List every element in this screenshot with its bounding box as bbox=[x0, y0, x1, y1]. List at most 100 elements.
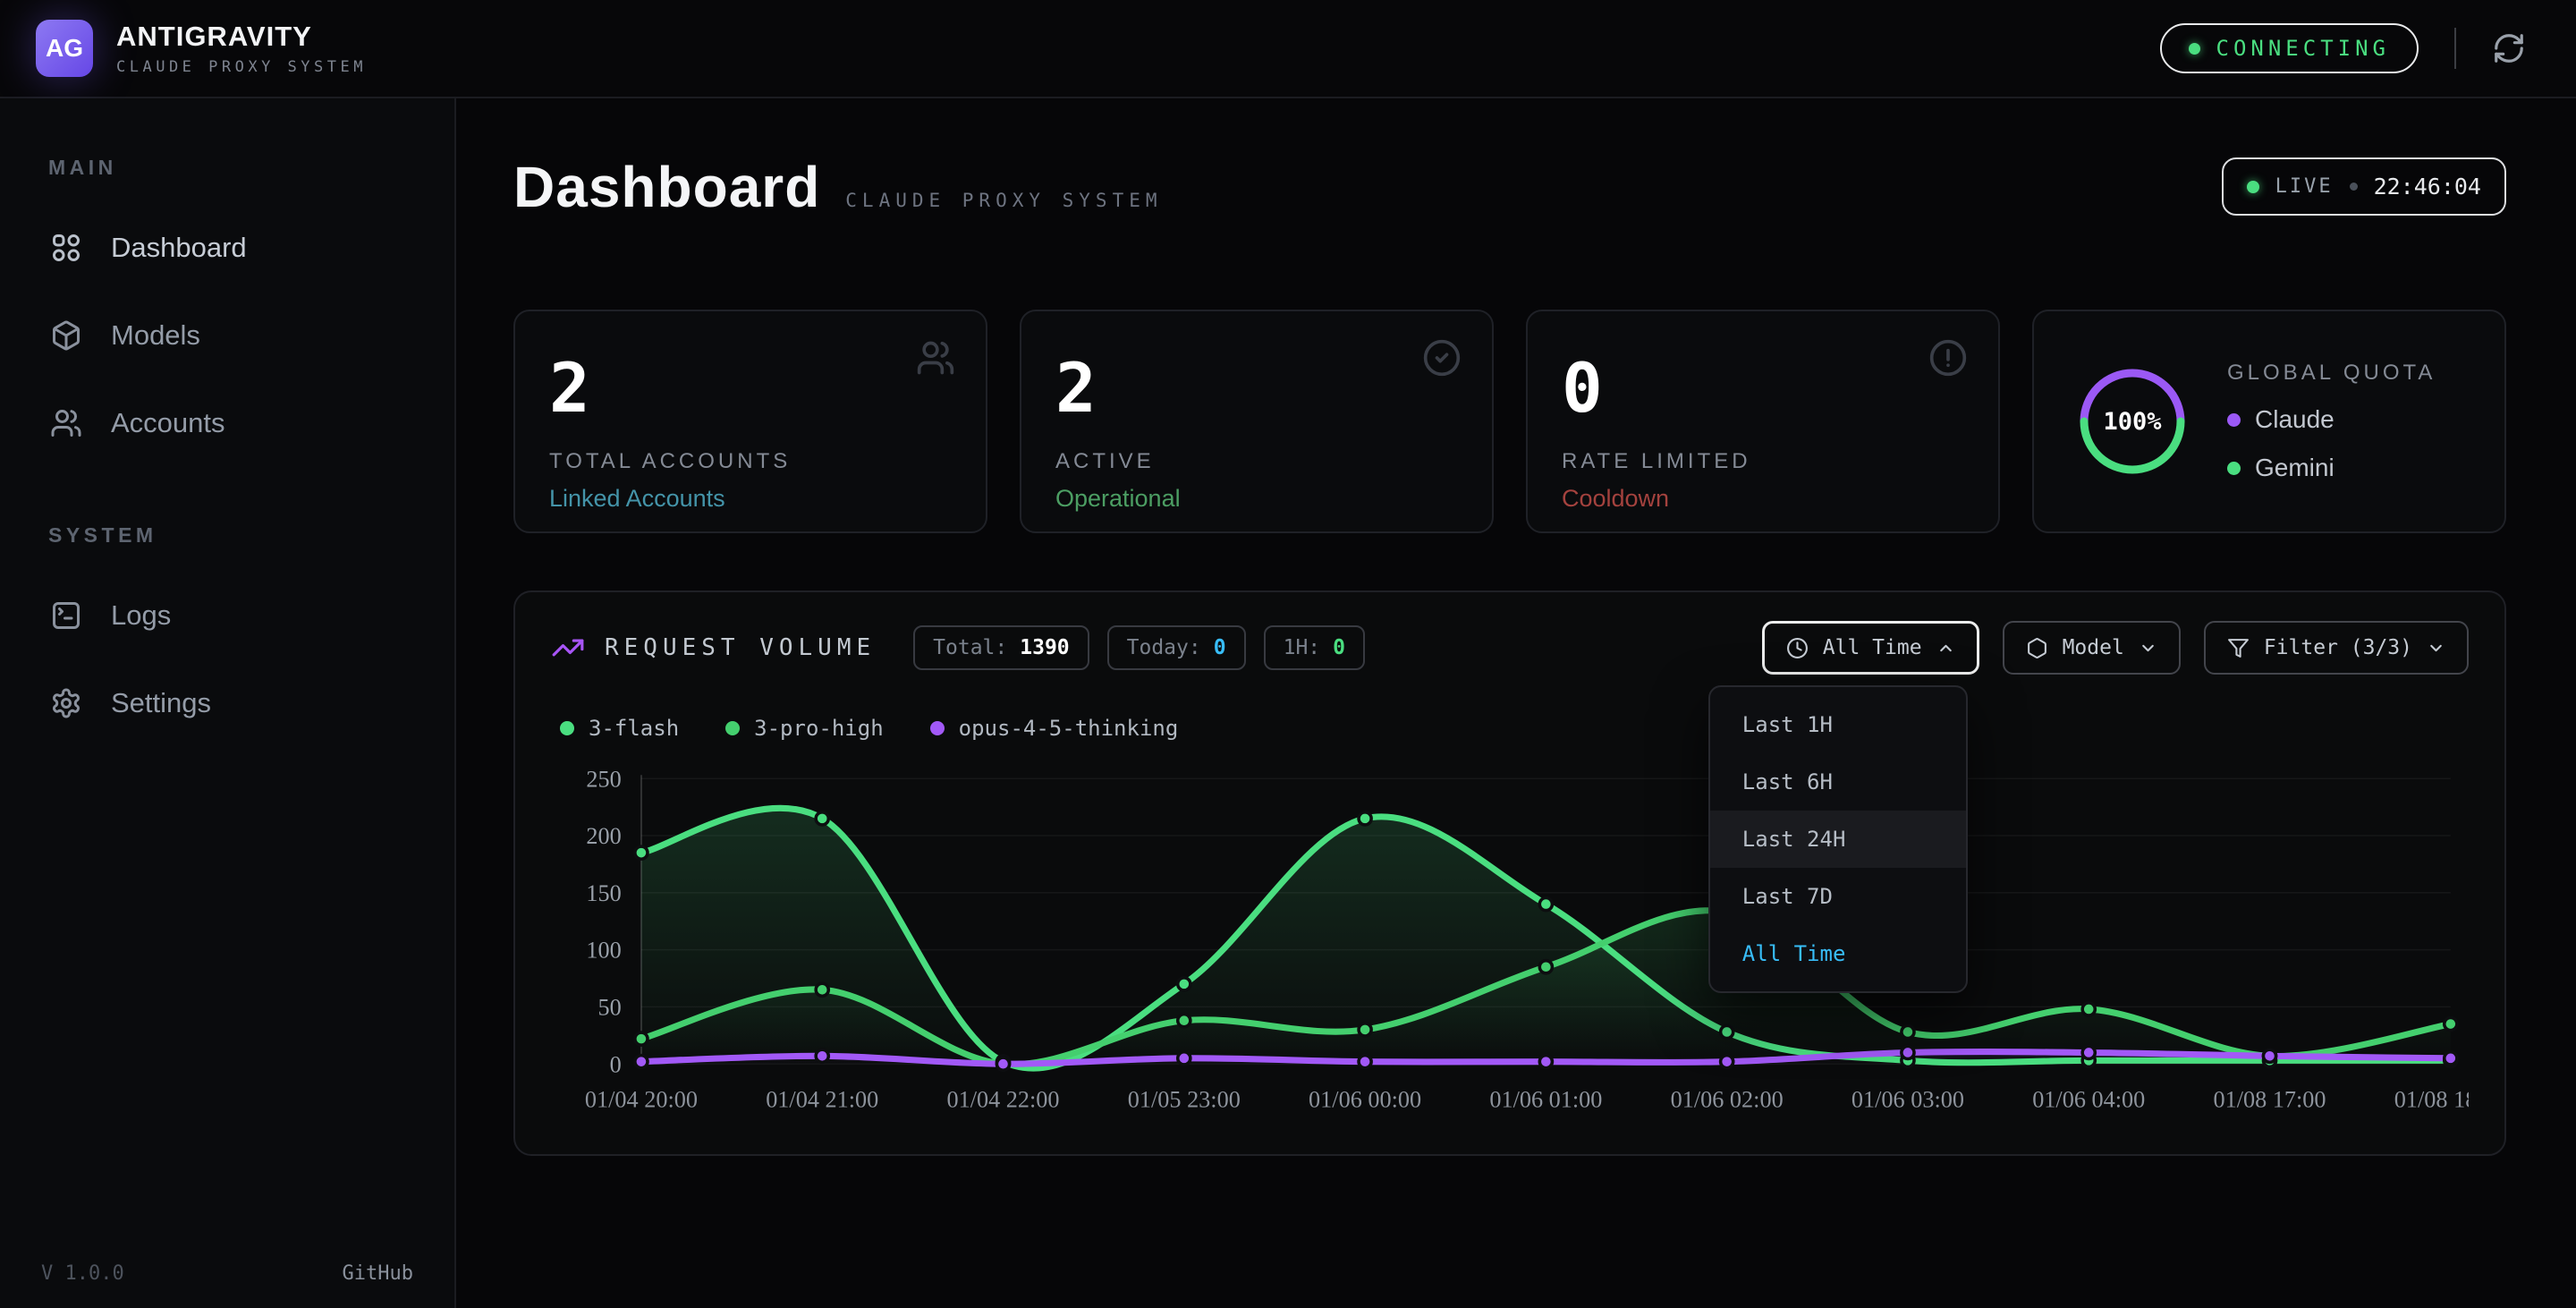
data-point-3-flash[interactable] bbox=[816, 812, 828, 825]
clock-icon bbox=[1786, 637, 1809, 659]
stat-value: 2 bbox=[1055, 354, 1458, 422]
app-logo: AG bbox=[36, 20, 93, 77]
today-requests-chip: Today: 0 bbox=[1107, 625, 1246, 670]
users-icon bbox=[916, 338, 955, 378]
menu-item-all-time[interactable]: All Time bbox=[1710, 925, 1966, 982]
x-tick-label: 01/04 21:00 bbox=[766, 1087, 878, 1113]
filter-button[interactable]: Filter (3/3) bbox=[2204, 621, 2469, 675]
legend-dot-icon bbox=[560, 721, 574, 735]
time-range-dropdown: Last 1H Last 6H Last 24H Last 7D All Tim… bbox=[1708, 685, 1968, 993]
sidebar: MAIN Dashboard Models Accounts SYSTEM Lo… bbox=[0, 98, 456, 1308]
data-point-opus-4-5-thinking[interactable] bbox=[1178, 1052, 1191, 1065]
github-link[interactable]: GitHub bbox=[343, 1262, 413, 1285]
time-range-value: All Time bbox=[1823, 636, 1922, 659]
brand: AG ANTIGRAVITY CLAUDE PROXY SYSTEM bbox=[36, 20, 367, 77]
data-point-opus-4-5-thinking[interactable] bbox=[996, 1057, 1009, 1070]
stat-value: 2 bbox=[549, 354, 952, 422]
stat-sublabel: Operational bbox=[1055, 485, 1458, 513]
sidebar-item-logs[interactable]: Logs bbox=[38, 578, 417, 653]
data-point-opus-4-5-thinking[interactable] bbox=[2445, 1052, 2457, 1065]
x-tick-label: 01/04 20:00 bbox=[585, 1087, 698, 1113]
users-icon bbox=[50, 407, 82, 439]
header-divider bbox=[2454, 28, 2456, 69]
data-point-3-pro-high[interactable] bbox=[2445, 1017, 2457, 1030]
quota-entry-label: Gemini bbox=[2255, 454, 2334, 482]
sidebar-item-accounts[interactable]: Accounts bbox=[38, 386, 417, 461]
app-version: V 1.0.0 bbox=[41, 1262, 124, 1285]
app-title: ANTIGRAVITY bbox=[116, 21, 367, 53]
data-point-3-pro-high[interactable] bbox=[2082, 1003, 2095, 1015]
model-button-label: Model bbox=[2063, 636, 2124, 659]
data-point-3-pro-high[interactable] bbox=[1539, 961, 1552, 973]
layout-grid-icon bbox=[50, 232, 82, 264]
sidebar-section-main: MAIN bbox=[48, 156, 417, 180]
page-subtitle: CLAUDE PROXY SYSTEM bbox=[845, 190, 1162, 211]
time-range-button[interactable]: All Time bbox=[1762, 621, 1979, 675]
data-point-3-flash[interactable] bbox=[1178, 978, 1191, 990]
funnel-icon bbox=[2227, 637, 2250, 659]
data-point-opus-4-5-thinking[interactable] bbox=[1359, 1056, 1371, 1068]
legend-item-3-flash[interactable]: 3-flash bbox=[560, 716, 679, 741]
data-point-3-pro-high[interactable] bbox=[1178, 1015, 1191, 1027]
legend-label: opus-4-5-thinking bbox=[959, 716, 1179, 741]
status-text: CONNECTING bbox=[2216, 36, 2391, 61]
data-point-3-pro-high[interactable] bbox=[1902, 1025, 1914, 1038]
legend-label: 3-flash bbox=[589, 716, 679, 741]
chart-panel-title: REQUEST VOLUME bbox=[605, 634, 876, 661]
live-status-badge: LIVE 22:46:04 bbox=[2222, 157, 2506, 216]
menu-item-last-6h[interactable]: Last 6H bbox=[1710, 753, 1966, 811]
quota-entry-label: Claude bbox=[2255, 405, 2334, 434]
data-point-3-pro-high[interactable] bbox=[635, 1032, 648, 1045]
status-dot-icon bbox=[2189, 43, 2200, 55]
main-content: Dashboard CLAUDE PROXY SYSTEM LIVE 22:46… bbox=[456, 98, 2576, 1308]
data-point-3-flash[interactable] bbox=[635, 846, 648, 859]
chevron-down-icon bbox=[2427, 639, 2445, 658]
y-tick-label: 0 bbox=[610, 1051, 622, 1077]
terminal-icon bbox=[50, 599, 82, 632]
sidebar-item-models[interactable]: Models bbox=[38, 298, 417, 373]
menu-item-last-24h[interactable]: Last 24H bbox=[1710, 811, 1966, 868]
claude-dot-icon bbox=[2227, 413, 2241, 427]
data-point-3-pro-high[interactable] bbox=[816, 983, 828, 996]
y-tick-label: 50 bbox=[598, 994, 622, 1020]
model-filter-button[interactable]: Model bbox=[2003, 621, 2181, 675]
total-requests-chip: Total: 1390 bbox=[913, 625, 1089, 670]
legend-item-opus-4-5-thinking[interactable]: opus-4-5-thinking bbox=[930, 716, 1179, 741]
stat-sublabel: Cooldown bbox=[1562, 485, 1964, 513]
sidebar-item-settings[interactable]: Settings bbox=[38, 666, 417, 741]
y-tick-label: 100 bbox=[586, 938, 621, 964]
quota-legend-gemini: Gemini bbox=[2227, 454, 2436, 482]
chip-value: 0 bbox=[1214, 636, 1226, 659]
refresh-icon[interactable] bbox=[2492, 31, 2526, 65]
hour-requests-chip: 1H: 0 bbox=[1264, 625, 1365, 670]
data-point-opus-4-5-thinking[interactable] bbox=[1721, 1056, 1733, 1068]
live-clock: 22:46:04 bbox=[2374, 174, 2481, 200]
x-tick-label: 01/06 01:00 bbox=[1489, 1087, 1602, 1113]
data-point-3-flash[interactable] bbox=[1721, 1025, 1733, 1038]
data-point-opus-4-5-thinking[interactable] bbox=[1539, 1056, 1552, 1068]
menu-item-last-1h[interactable]: Last 1H bbox=[1710, 696, 1966, 753]
legend-item-3-pro-high[interactable]: 3-pro-high bbox=[725, 716, 884, 741]
data-point-opus-4-5-thinking[interactable] bbox=[816, 1049, 828, 1062]
data-point-opus-4-5-thinking[interactable] bbox=[2263, 1049, 2275, 1062]
quota-percent: 100% bbox=[2077, 366, 2188, 477]
data-point-opus-4-5-thinking[interactable] bbox=[635, 1056, 648, 1068]
sidebar-item-label: Settings bbox=[111, 687, 211, 719]
sidebar-section-system: SYSTEM bbox=[48, 523, 417, 548]
x-tick-label: 01/05 23:00 bbox=[1128, 1087, 1241, 1113]
sidebar-item-dashboard[interactable]: Dashboard bbox=[38, 210, 417, 285]
data-point-3-flash[interactable] bbox=[1539, 898, 1552, 911]
stat-label: RATE LIMITED bbox=[1562, 449, 1964, 474]
chip-label: Today: bbox=[1127, 636, 1201, 659]
data-point-opus-4-5-thinking[interactable] bbox=[2082, 1046, 2095, 1058]
sidebar-item-label: Logs bbox=[111, 599, 171, 632]
data-point-3-flash[interactable] bbox=[1359, 812, 1371, 825]
menu-item-last-7d[interactable]: Last 7D bbox=[1710, 868, 1966, 925]
data-point-opus-4-5-thinking[interactable] bbox=[1902, 1046, 1914, 1058]
data-point-3-pro-high[interactable] bbox=[1359, 1023, 1371, 1036]
filter-button-label: Filter (3/3) bbox=[2264, 636, 2412, 659]
stat-label: TOTAL ACCOUNTS bbox=[549, 449, 952, 474]
chip-label: 1H: bbox=[1284, 636, 1321, 659]
chip-value: 1390 bbox=[1020, 636, 1069, 659]
chip-label: Total: bbox=[933, 636, 1007, 659]
